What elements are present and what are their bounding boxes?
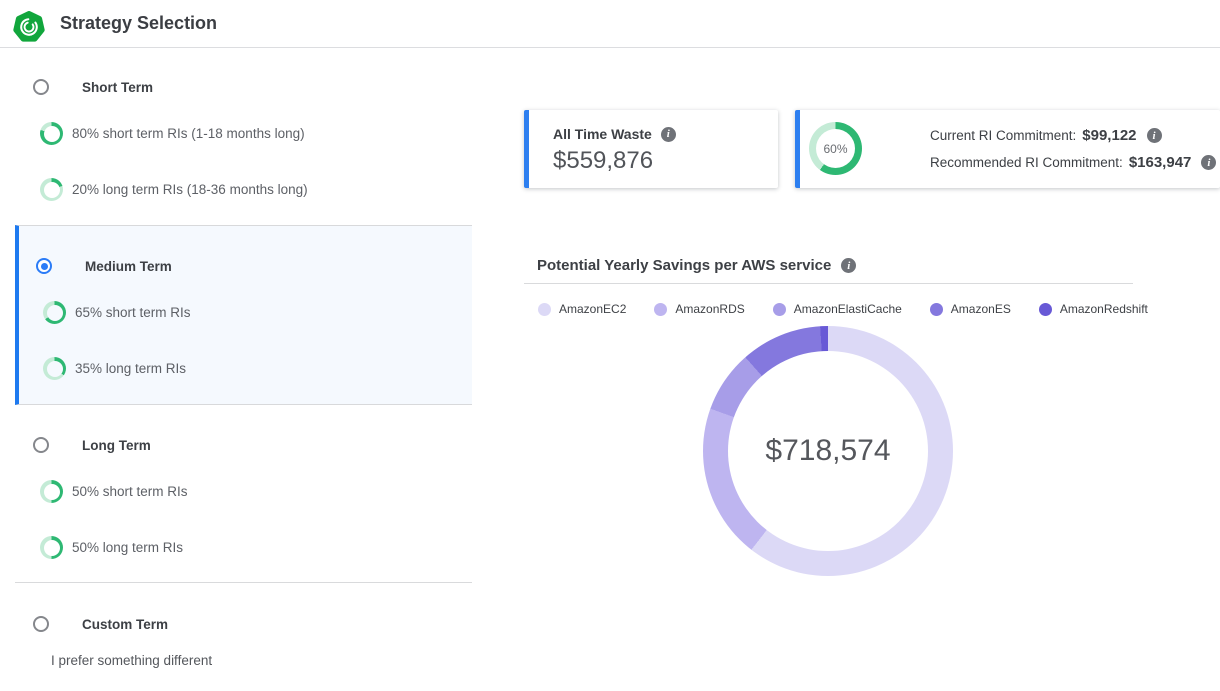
legend-dot — [930, 303, 943, 316]
strategy-option-row: 50% short term RIs — [40, 480, 188, 503]
strategy-option-row: 20% long term RIs (18-36 months long) — [40, 178, 308, 201]
all-time-waste-card: All Time Waste i $559,876 — [524, 110, 778, 188]
strategy-selection-page: Strategy Selection Short Term 80% short … — [0, 0, 1220, 691]
savings-donut[interactable]: $718,574 — [703, 326, 953, 576]
radio-short-term[interactable] — [33, 79, 49, 95]
option-label: 35% long term RIs — [75, 361, 186, 376]
commitment-gauge-icon: 60% — [809, 122, 862, 175]
strategy-medium-term[interactable]: Medium Term — [36, 258, 172, 274]
strategy-option-row: 65% short term RIs — [43, 301, 191, 324]
strategy-label: Custom Term — [82, 617, 168, 632]
current-ri-commitment-line: Current RI Commitment: $99,122 i — [930, 127, 1216, 144]
recommended-ri-commitment-line: Recommended RI Commitment: $163,947 i — [930, 154, 1216, 171]
option-label: 20% long term RIs (18-36 months long) — [72, 182, 308, 197]
section-divider — [15, 582, 472, 583]
strategy-option-row: 50% long term RIs — [40, 536, 183, 559]
ratio-donut-icon — [40, 536, 63, 559]
option-label: 80% short term RIs (1-18 months long) — [72, 126, 305, 141]
ratio-donut-icon — [43, 357, 66, 380]
legend-item-amazones[interactable]: AmazonES — [930, 302, 1011, 316]
strategy-label: Long Term — [82, 438, 151, 453]
radio-long-term[interactable] — [33, 437, 49, 453]
commitment-gauge-label: 60% — [816, 129, 855, 168]
strategy-option-row: 80% short term RIs (1-18 months long) — [40, 122, 305, 145]
current-ri-commitment-value: $99,122 — [1082, 127, 1136, 144]
chart-legend: AmazonEC2 AmazonRDS AmazonElastiCache Am… — [538, 302, 1148, 316]
waste-card-value: $559,876 — [553, 147, 653, 175]
page-title: Strategy Selection — [60, 0, 217, 47]
donut-center-total: $718,574 — [765, 434, 890, 468]
recommended-ri-commitment-value: $163,947 — [1129, 154, 1192, 171]
strategy-custom-term[interactable]: Custom Term — [33, 616, 168, 632]
chart-title: Potential Yearly Savings per AWS service — [537, 257, 831, 274]
option-label: 50% short term RIs — [72, 484, 188, 499]
legend-item-amazonrds[interactable]: AmazonRDS — [654, 302, 744, 316]
legend-dot — [654, 303, 667, 316]
radio-medium-term[interactable] — [36, 258, 52, 274]
info-icon[interactable]: i — [1147, 128, 1162, 143]
page-header: Strategy Selection — [0, 0, 1220, 48]
legend-dot — [538, 303, 551, 316]
strategy-short-term[interactable]: Short Term — [33, 79, 153, 95]
info-icon[interactable]: i — [1201, 155, 1216, 170]
ratio-donut-icon — [40, 122, 63, 145]
strategy-label: Short Term — [82, 80, 153, 95]
ratio-donut-icon — [40, 480, 63, 503]
chart-divider — [524, 283, 1133, 284]
ri-commitment-card: 60% Current RI Commitment: $99,122 i Rec… — [795, 110, 1220, 188]
custom-term-description: I prefer something different — [51, 653, 212, 668]
legend-dot — [1039, 303, 1052, 316]
legend-dot — [773, 303, 786, 316]
radio-custom-term[interactable] — [33, 616, 49, 632]
current-ri-commitment-label: Current RI Commitment: — [930, 128, 1076, 143]
cloudcheckr-logo-icon — [13, 11, 45, 43]
legend-item-amazonec2[interactable]: AmazonEC2 — [538, 302, 626, 316]
option-label: 50% long term RIs — [72, 540, 183, 555]
info-icon[interactable]: i — [661, 127, 676, 142]
strategy-label: Medium Term — [85, 259, 172, 274]
waste-card-title: All Time Waste — [553, 126, 652, 142]
ratio-donut-icon — [40, 178, 63, 201]
legend-item-amazonredshift[interactable]: AmazonRedshift — [1039, 302, 1148, 316]
ratio-donut-icon — [43, 301, 66, 324]
legend-item-amazonelasticache[interactable]: AmazonElastiCache — [773, 302, 902, 316]
option-label: 65% short term RIs — [75, 305, 191, 320]
strategy-option-row: 35% long term RIs — [43, 357, 186, 380]
info-icon[interactable]: i — [841, 258, 856, 273]
strategy-long-term[interactable]: Long Term — [33, 437, 151, 453]
recommended-ri-commitment-label: Recommended RI Commitment: — [930, 155, 1123, 170]
